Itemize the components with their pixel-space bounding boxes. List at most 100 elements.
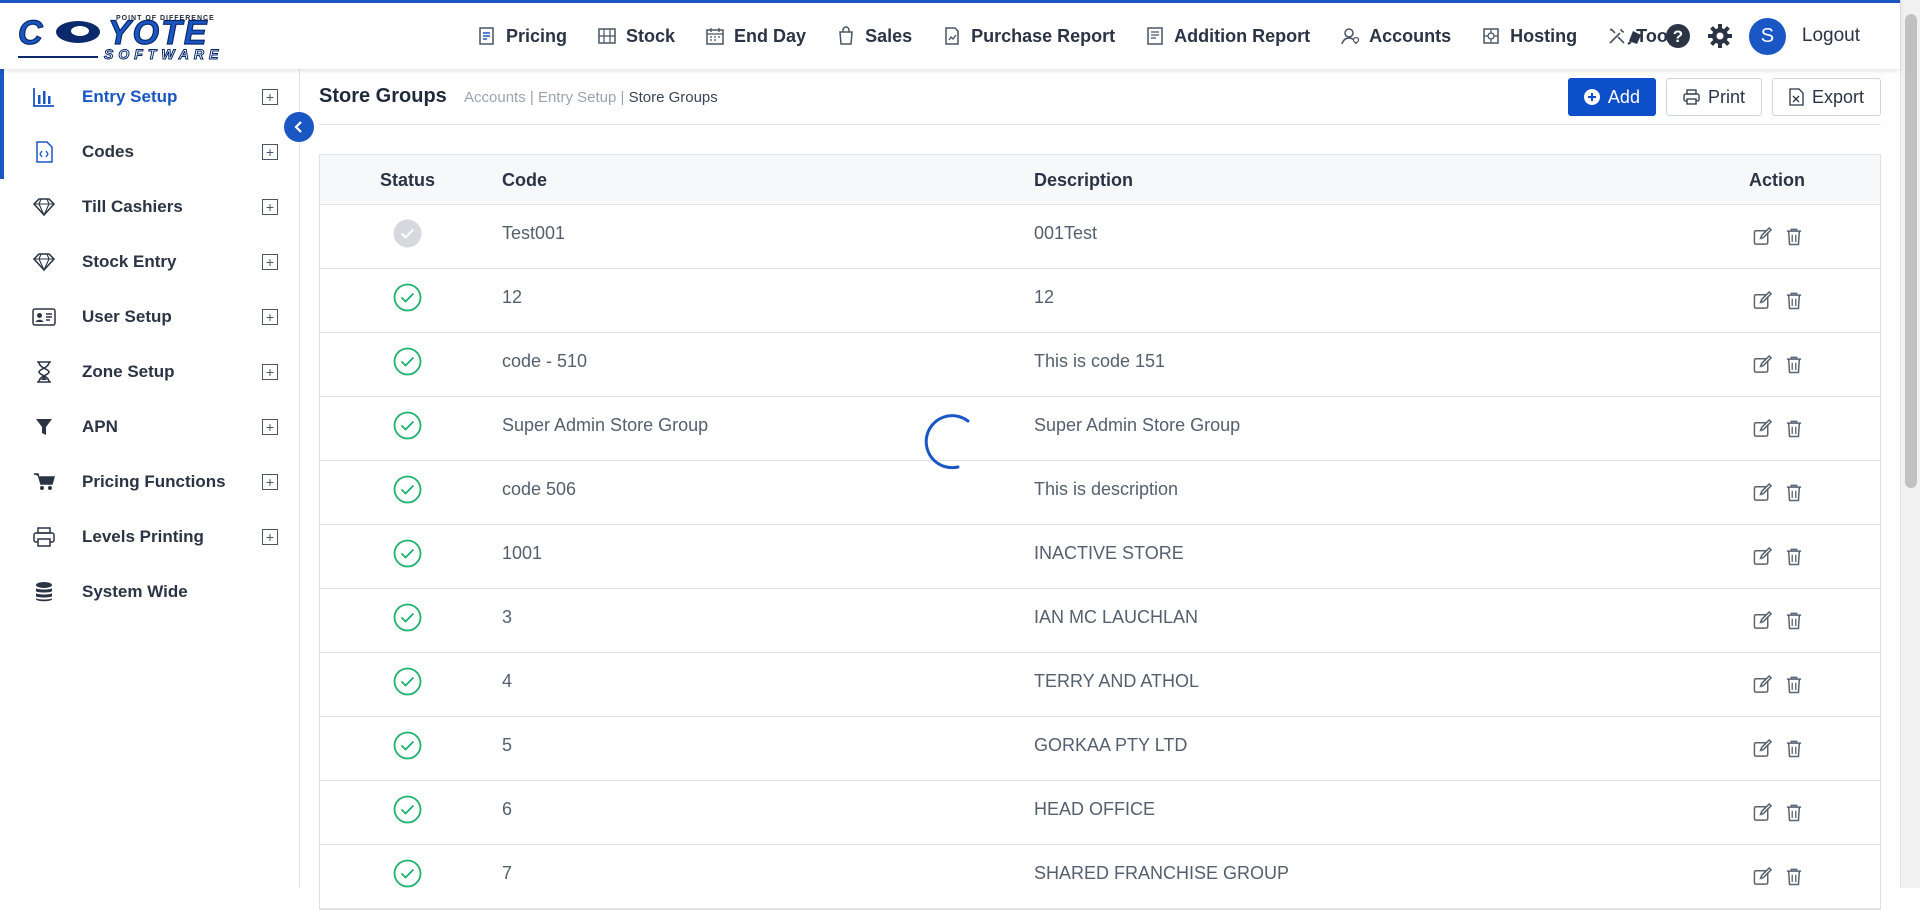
nav-right: ? S Logout [1609,6,1860,66]
nav-accounts[interactable]: Accounts [1339,25,1451,47]
expand-icon[interactable]: + [262,528,278,545]
edit-icon[interactable] [1753,354,1773,375]
edit-icon[interactable] [1753,290,1773,311]
expand-icon[interactable]: + [262,143,278,160]
bar-chart-icon [32,85,56,109]
sidebar-item-pricing-functions[interactable]: Pricing Functions + [0,454,299,509]
avatar[interactable]: S [1748,17,1786,55]
action-column-header: Action [1749,170,1805,190]
chevron-left-icon [294,121,302,133]
active-status-icon[interactable] [393,347,422,376]
row-code: 1001 [502,543,543,563]
nav-sales-label: Sales [865,25,913,46]
edit-icon[interactable] [1753,802,1773,823]
nav-addition-report[interactable]: Addition Report [1144,25,1310,47]
sidebar-item-apn[interactable]: APN + [0,399,299,454]
inactive-status-icon[interactable] [393,219,422,248]
sidebar-item-system-wide[interactable]: System Wide [0,564,299,619]
sidebar-item-label: User Setup [82,306,172,326]
gear-icon[interactable] [1705,21,1735,51]
edit-icon[interactable] [1753,226,1773,247]
nav-hosting[interactable]: Hosting [1480,25,1577,47]
trash-icon[interactable] [1786,739,1804,759]
row-description: 12 [1034,287,1055,307]
active-status-icon[interactable] [393,283,422,312]
expand-icon[interactable]: + [262,88,278,105]
help-icon[interactable]: ? [1663,21,1693,51]
sidebar-item-levels-printing[interactable]: Levels Printing + [0,509,299,564]
active-status-icon[interactable] [393,667,422,696]
filter-icon [32,415,56,439]
edit-icon[interactable] [1753,610,1773,631]
table-row: 4 TERRY AND ATHOL [320,653,1880,717]
nav-end-day[interactable]: End Day [704,25,806,47]
nav-purchase-report[interactable]: Purchase Report [941,25,1115,47]
row-description: 001Test [1034,223,1098,243]
trash-icon[interactable] [1786,611,1804,631]
breadcrumb-entry-setup[interactable]: Entry Setup [538,89,616,106]
code-column-header[interactable]: Code [502,170,547,191]
active-status-icon[interactable] [393,603,422,632]
trash-icon[interactable] [1786,867,1804,887]
print-button-label: Print [1707,86,1745,107]
trash-icon[interactable] [1786,547,1804,567]
expand-icon[interactable]: + [262,198,278,215]
trash-icon[interactable] [1786,355,1804,375]
page-header: Store Groups Accounts | Entry Setup | St… [319,69,1881,125]
header-actions: Add Print Export [1558,78,1881,116]
trash-icon[interactable] [1786,227,1804,247]
sidebar-item-label: Zone Setup [82,361,175,381]
coyote-logo[interactable]: POINT OF DIFFERENCE C YOTE SOFTWARE [18,9,273,61]
trash-icon[interactable] [1786,803,1804,823]
sidebar-item-codes[interactable]: Codes + [0,124,299,179]
active-status-icon[interactable] [393,731,422,760]
sidebar-item-user-setup[interactable]: User Setup + [0,289,299,344]
edit-icon[interactable] [1753,418,1773,439]
sidebar-item-till-cashiers[interactable]: Till Cashiers + [0,179,299,234]
row-code: Super Admin Store Group [502,415,709,435]
active-status-icon[interactable] [393,539,422,568]
expand-icon[interactable]: + [262,363,278,380]
sidebar-item-stock-entry[interactable]: Stock Entry + [0,234,299,289]
status-column-header[interactable]: Status [380,170,435,191]
breadcrumb-accounts[interactable]: Accounts [464,89,526,106]
active-status-icon[interactable] [393,411,422,440]
trash-icon[interactable] [1786,675,1804,695]
trash-icon[interactable] [1786,483,1804,503]
add-button-label: Add [1607,86,1640,107]
active-status-icon[interactable] [393,859,422,888]
edit-icon[interactable] [1753,674,1773,695]
expand-icon[interactable]: + [262,308,278,325]
printer-icon [1683,89,1700,105]
nav-pricing[interactable]: Pricing [476,25,567,47]
edit-icon[interactable] [1753,738,1773,759]
expand-icon[interactable]: + [262,418,278,435]
nav-sales[interactable]: Sales [835,25,912,47]
trash-icon[interactable] [1786,291,1804,311]
trash-icon[interactable] [1786,419,1804,439]
sidebar: Entry Setup + Codes + Till Cashiers + St… [0,69,300,888]
sidebar-item-zone-setup[interactable]: Zone Setup + [0,344,299,399]
page-scrollbar[interactable] [1900,0,1920,888]
expand-icon[interactable]: + [262,253,278,270]
table-row: 12 12 [320,269,1880,333]
export-button[interactable]: Export [1771,78,1881,116]
add-button[interactable]: Add [1567,78,1656,116]
description-column-header[interactable]: Description [1034,170,1133,191]
expand-icon[interactable]: + [262,473,278,490]
calendar-icon [704,25,726,47]
edit-icon[interactable] [1753,482,1773,503]
bell-icon[interactable] [1621,21,1651,51]
edit-icon[interactable] [1753,866,1773,887]
print-button[interactable]: Print [1665,78,1762,116]
active-status-icon[interactable] [393,795,422,824]
edit-icon[interactable] [1753,546,1773,567]
collapse-sidebar-button[interactable] [284,112,314,142]
nav-stock[interactable]: Stock [596,25,675,47]
logout-link[interactable]: Logout [1802,25,1860,47]
table-row: 5 GORKAA PTY LTD [320,717,1880,781]
breadcrumb-separator: | [616,89,629,106]
sidebar-item-entry-setup[interactable]: Entry Setup + [0,69,299,124]
active-status-icon[interactable] [393,475,422,504]
scrollbar-thumb[interactable] [1905,14,1917,488]
